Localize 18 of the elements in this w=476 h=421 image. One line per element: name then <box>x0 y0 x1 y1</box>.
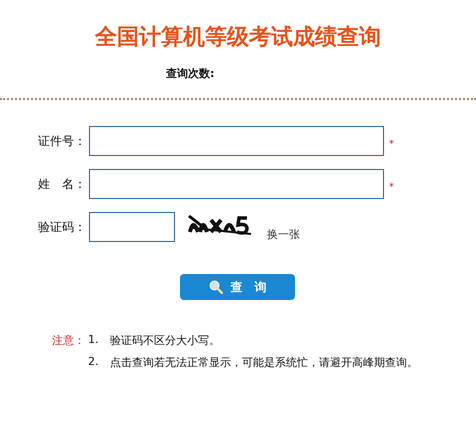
query-count-label: 查询次数: <box>166 67 214 80</box>
refresh-captcha-link[interactable]: 换一张 <box>267 226 300 242</box>
notes-label: 注意： <box>52 333 86 349</box>
required-mark: * <box>389 182 394 192</box>
note-text: 点击查询若无法正常显示，可能是系统忙，请避开高峰期查询。 <box>110 355 418 370</box>
input-field[interactable] <box>89 169 384 199</box>
page-title: 全国计算机等级考试成绩查询 <box>94 24 382 52</box>
required-mark: * <box>389 138 394 150</box>
note-text: 验证码不区分大小写。 <box>110 333 220 348</box>
note-number: 1. <box>88 333 100 348</box>
input-field[interactable] <box>89 212 175 242</box>
search-button[interactable]: 查 询 <box>180 274 295 300</box>
field-label: 验证码： <box>38 218 87 236</box>
input-field[interactable] <box>89 126 384 156</box>
note-number: 2. <box>88 355 100 370</box>
field-label: 姓 名： <box>38 176 87 192</box>
search-icon <box>208 280 222 294</box>
field-label: 证件号： <box>38 132 87 150</box>
